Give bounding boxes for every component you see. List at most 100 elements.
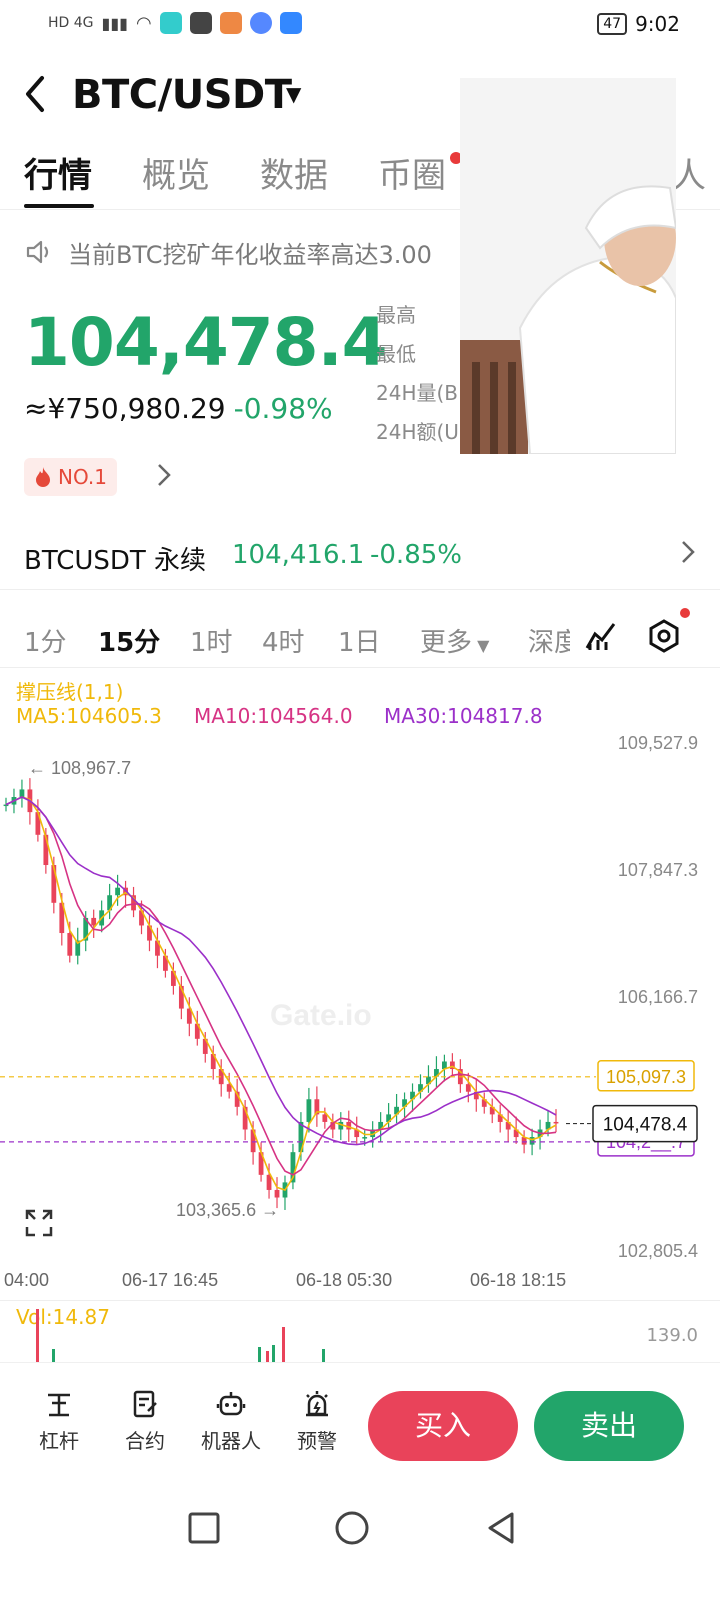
- chevron-left-icon: [26, 76, 44, 112]
- ma5-line: [5, 796, 557, 1191]
- alert-label: 预警: [297, 1429, 337, 1453]
- interval-4h[interactable]: 4时: [262, 622, 305, 659]
- speaker-icon: [26, 240, 49, 264]
- ma10-label: MA10:104564.0: [194, 704, 353, 728]
- stat-low-label: 最低: [376, 342, 416, 366]
- interval-more[interactable]: 更多 ▼: [420, 622, 489, 659]
- interval-more-label: 更多: [420, 628, 473, 658]
- leverage-label: 杠杆: [39, 1429, 79, 1453]
- candle-body: [529, 1137, 535, 1145]
- last-price: 104,478.4: [24, 304, 388, 381]
- battery-icon: 47: [597, 13, 628, 35]
- tab-robot[interactable]: 人: [672, 148, 706, 197]
- robot-label: 机器人: [201, 1429, 261, 1453]
- rank-badge[interactable]: NO.1: [24, 458, 117, 496]
- recents-button[interactable]: [188, 1512, 220, 1544]
- candle-body: [19, 789, 25, 798]
- interval-15m[interactable]: 15分: [98, 622, 160, 659]
- wifi-icon: ◠: [135, 12, 152, 34]
- candlestick-chart[interactable]: Gate.io 109,527.9 107,847.3 106,166.7 102,80…: [0, 730, 720, 1300]
- candle-body: [465, 1084, 471, 1092]
- notification-dot: [680, 608, 690, 618]
- contract-icon: [133, 1390, 157, 1418]
- y-tick-label: 109,527.9: [618, 733, 698, 753]
- stat-volume-label: 24H量(B: [376, 381, 459, 405]
- app-icon: [279, 12, 302, 34]
- interval-1m[interactable]: 1分: [24, 622, 67, 659]
- ma30-line: [5, 796, 557, 1146]
- candle-body: [362, 1137, 368, 1139]
- stats-list: 最高 最低 24H量(B 24H额(U: [376, 296, 459, 452]
- sell-button[interactable]: 卖出: [534, 1391, 684, 1461]
- y-tick-label: 106,166.7: [618, 987, 698, 1007]
- system-nav-bar: [0, 1490, 720, 1600]
- candle-body: [67, 933, 73, 956]
- volume-bars: [36, 1309, 325, 1362]
- active-tab-indicator: [24, 204, 94, 208]
- perpetual-row[interactable]: BTCUSDT 永续 104,416.1 -0.85%: [0, 522, 720, 590]
- settings-icon[interactable]: [646, 618, 682, 658]
- network-label: HD 4G: [48, 15, 94, 31]
- candle-body: [91, 917, 97, 926]
- price-cny: ≈¥750,980.29 -0.98%: [24, 392, 333, 425]
- robot-icon: [216, 1392, 246, 1416]
- expand-icon[interactable]: [24, 1208, 54, 1238]
- stat-turnover-label: 24H额(U: [376, 420, 459, 444]
- interval-depth[interactable]: 深度: [528, 622, 570, 659]
- music-icon: [249, 12, 272, 34]
- video-frame-image: [460, 78, 676, 454]
- interval-1h[interactable]: 1时: [190, 622, 233, 659]
- caret-down-icon[interactable]: ▼: [286, 82, 301, 106]
- tab-overview[interactable]: 概览: [142, 148, 210, 197]
- wechat-icon: [189, 12, 212, 34]
- last-price-value: 104,478.4: [603, 1115, 688, 1136]
- tab-data[interactable]: 数据: [260, 148, 328, 197]
- chevron-right-icon[interactable]: [156, 462, 172, 495]
- high-marker: ← 108,967.7: [28, 758, 131, 778]
- y-tick-label: 107,847.3: [618, 860, 698, 880]
- robot-button[interactable]: 机器人: [196, 1389, 266, 1454]
- app-icon: [219, 12, 242, 34]
- fire-icon: [36, 467, 50, 487]
- leverage-button[interactable]: 杠杆: [24, 1389, 94, 1454]
- interval-bar: 1分 15分 1时 4时 1日 更多 ▼ 深度: [0, 608, 720, 668]
- contract-label: 合约: [125, 1429, 165, 1453]
- status-bar: HD 4G ▮▮▮ ◠ 47 9:02: [0, 0, 720, 48]
- watermark: Gate.io: [270, 999, 372, 1032]
- candle-body: [115, 887, 120, 896]
- leverage-icon: [48, 1393, 70, 1417]
- announcement-text: 当前BTC挖矿年化收益率高达3.00: [68, 240, 432, 269]
- x-tick-label: 04:00: [4, 1270, 49, 1290]
- contract-button[interactable]: 合约: [110, 1389, 180, 1454]
- candle-body: [274, 1189, 280, 1198]
- pair-title[interactable]: BTC/USDT: [72, 72, 292, 118]
- ma5-label: MA5:104605.3: [16, 704, 162, 728]
- ma30-label: MA30:104817.8: [384, 704, 543, 728]
- back-nav-button[interactable]: [488, 1512, 514, 1544]
- app-icon: [159, 12, 182, 34]
- tab-community[interactable]: 币圈: [378, 148, 446, 197]
- candle-body: [553, 1121, 559, 1124]
- floating-video-window[interactable]: [460, 78, 676, 454]
- low-marker: 103,365.6 →: [176, 1200, 279, 1220]
- perpetual-price: 104,416.1: [232, 540, 365, 570]
- candle-body: [3, 804, 9, 807]
- home-button[interactable]: [335, 1511, 369, 1545]
- signal-icon: ▮▮▮: [101, 13, 128, 33]
- x-tick-label: 06-18 18:15: [470, 1270, 566, 1290]
- cny-value: ≈¥750,980.29: [24, 392, 226, 425]
- back-button[interactable]: [22, 74, 48, 120]
- indicator-icon[interactable]: [584, 618, 618, 656]
- tab-market[interactable]: 行情: [24, 148, 92, 197]
- candle-body: [322, 1114, 328, 1122]
- alert-button[interactable]: 预警: [282, 1389, 352, 1454]
- buy-button[interactable]: 买入: [368, 1391, 518, 1461]
- bottom-action-bar: 杠杆 合约 机器人 预警 买入 卖出: [0, 1362, 720, 1490]
- y-tick-label: 102,805.4: [618, 1241, 698, 1261]
- alert-icon: [306, 1391, 328, 1417]
- rank-label: NO.1: [58, 465, 107, 489]
- ma10-line: [5, 796, 557, 1176]
- caret-down-icon: ▼: [472, 636, 490, 655]
- chevron-right-icon: [680, 538, 696, 573]
- interval-1d[interactable]: 1日: [338, 622, 381, 659]
